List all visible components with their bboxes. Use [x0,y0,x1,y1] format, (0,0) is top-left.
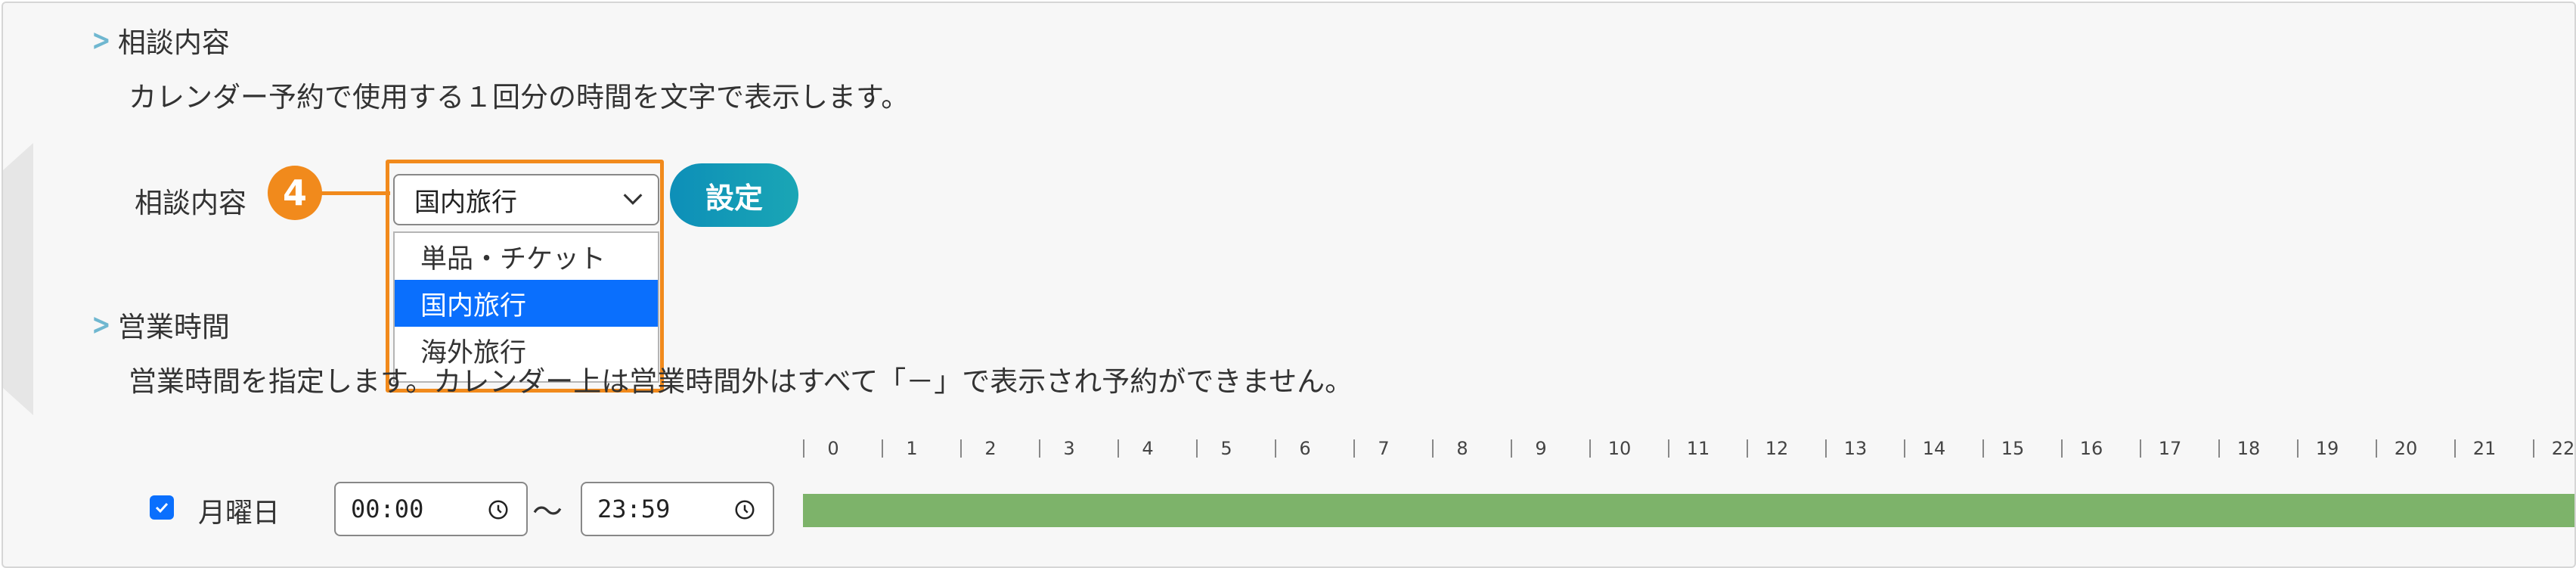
side-tab-handle[interactable] [3,143,33,415]
start-time-input[interactable]: 00:00 [334,482,528,536]
dropdown-option-domestic-travel[interactable]: 国内旅行 [395,280,658,327]
consultation-description: カレンダー予約で使用する１回分の時間を文字で表示します。 [129,81,910,113]
clock-icon[interactable] [487,498,510,521]
check-icon [155,502,169,514]
end-time-value: 23:59 [597,495,671,523]
consultation-select[interactable]: 国内旅行 [393,174,659,225]
business-hours-heading-text: 営業時間 [117,311,230,343]
chevron-down-icon [623,194,643,205]
set-button[interactable]: 設定 [670,163,798,227]
dropdown-option-single-ticket[interactable]: 単品・チケット [395,233,658,280]
consultation-select-value: 国内旅行 [414,187,517,218]
consultation-heading-text: 相談内容 [117,26,230,59]
start-time-value: 00:00 [351,495,424,523]
end-time-input[interactable]: 23:59 [581,482,774,536]
chevron-right-icon: > [91,23,111,57]
consultation-heading: > 相談内容 [89,20,230,61]
business-hours-description: 営業時間を指定します。カレンダー上は営業時間外はすべて「－」で表示され予約ができ… [129,365,1353,398]
chevron-right-icon: > [91,308,111,341]
business-hours-heading: > 営業時間 [89,304,230,345]
monday-checkbox[interactable] [150,495,174,520]
business-hours-bar [803,494,2574,527]
range-tilde: 〜 [532,495,563,529]
monday-label: 月曜日 [198,498,281,529]
badge-connector [321,191,390,195]
step-badge: 4 [268,166,322,220]
clock-icon[interactable] [733,498,756,521]
consultation-field-label: 相談内容 [135,187,246,219]
settings-panel: > 相談内容 カレンダー予約で使用する１回分の時間を文字で表示します。 相談内容… [2,2,2576,568]
hour-ruler: 0 1 2 3 4 5 6 7 8 9 10 11 12 13 14 15 16… [803,430,2574,468]
